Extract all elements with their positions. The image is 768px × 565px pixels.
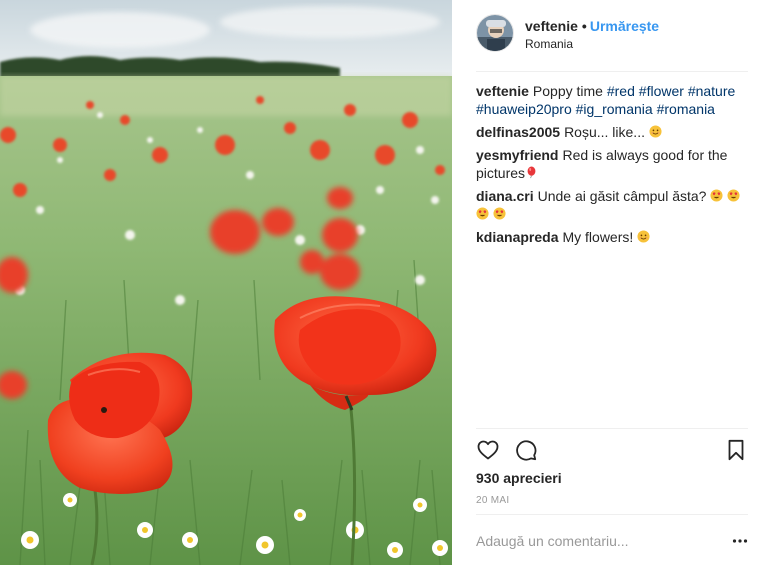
hashtag-link[interactable]: #ig_romania [576, 101, 653, 117]
caption: veftenie Poppy time #red #flower #nature … [476, 82, 748, 118]
post-date[interactable]: 20 MAI [476, 495, 509, 506]
action-bar [476, 438, 748, 464]
heart-eyes-emoji-icon [493, 207, 506, 220]
comment: delfinas2005 Roșu... like... [476, 123, 748, 141]
heart-eyes-emoji-icon [476, 207, 489, 220]
header-divider [476, 71, 748, 72]
heart-eyes-emoji-icon [710, 189, 723, 202]
post-photo[interactable] [0, 0, 452, 565]
comment-username[interactable]: kdianapreda [476, 229, 558, 245]
poppy-field-image [0, 0, 452, 565]
instagram-post: veftenie • Urmărește Romania veftenie Poppy… [0, 0, 768, 565]
post-header: veftenie • Urmărește Romania [476, 14, 746, 56]
caption-username[interactable]: veftenie [476, 83, 529, 99]
hashtag-link[interactable]: #romania [657, 101, 715, 117]
heart-eyes-emoji-icon [727, 189, 740, 202]
hashtag-link[interactable]: #huaweip20pro [476, 101, 572, 117]
add-comment-section [476, 528, 748, 554]
follow-button[interactable]: Urmărește [590, 18, 659, 34]
post-username[interactable]: veftenie [525, 18, 578, 34]
comment-username[interactable]: yesmyfriend [476, 147, 558, 163]
likes-count[interactable]: 930 aprecieri [476, 470, 562, 486]
comment: kdianapreda My flowers! [476, 228, 748, 246]
comment-text: Unde ai găsit câmpul ăsta? [537, 188, 707, 204]
hashtag-link[interactable]: #red [607, 83, 635, 99]
add-comment-input[interactable] [476, 528, 716, 554]
more-options-icon[interactable] [732, 533, 748, 549]
heart-icon[interactable] [476, 438, 500, 462]
balloon-emoji-icon [527, 166, 536, 179]
post-location[interactable]: Romania [525, 37, 573, 51]
username-row: veftenie • Urmărește [525, 18, 659, 34]
separator-dot: • [581, 18, 587, 34]
comment-text: Roșu... like... [564, 124, 645, 140]
comments-list: veftenie Poppy time #red #flower #nature … [476, 82, 748, 251]
caption-text: Poppy time [532, 83, 603, 99]
comment-username[interactable]: diana.cri [476, 188, 534, 204]
bookmark-icon[interactable] [724, 438, 748, 462]
avatar[interactable] [476, 14, 514, 52]
comment-text: My flowers! [562, 229, 634, 245]
comments-divider [476, 428, 748, 429]
hashtag-link[interactable]: #nature [688, 83, 735, 99]
comment-username[interactable]: delfinas2005 [476, 124, 560, 140]
avatar-image [477, 15, 513, 51]
post-sidebar: veftenie • Urmărește Romania veftenie Poppy… [452, 0, 768, 565]
comment-icon[interactable] [514, 438, 538, 462]
smile-emoji-icon [649, 125, 662, 138]
hashtag-link[interactable]: #flower [639, 83, 684, 99]
comment: diana.cri Unde ai găsit câmpul ăsta? [476, 187, 748, 223]
comment: yesmyfriend Red is always good for the pi… [476, 146, 748, 182]
footer-divider [476, 514, 748, 515]
smile-emoji-icon [637, 230, 650, 243]
